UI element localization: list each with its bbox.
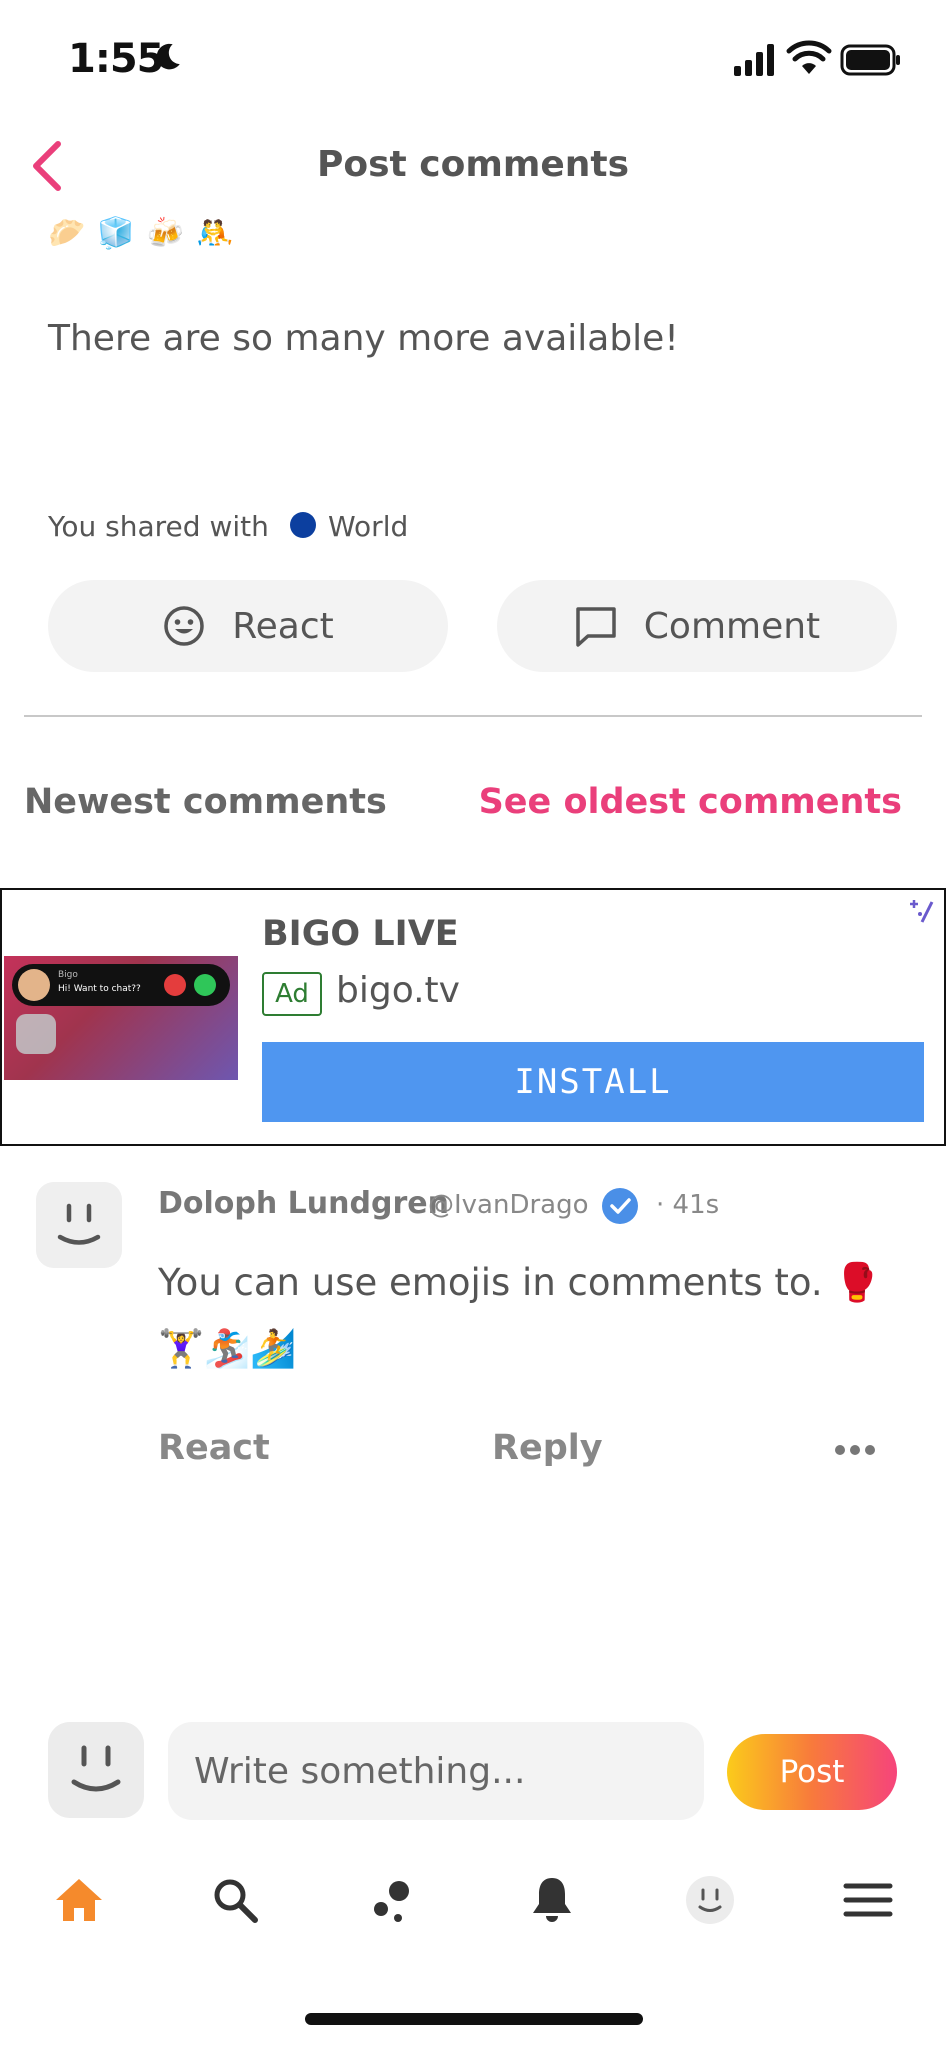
comment-input[interactable] (168, 1722, 704, 1820)
comment-text: You can use emojis in comments to. 🥊 🏋️‍… (158, 1261, 881, 1370)
ad-caller-message: Hi! Want to chat?? (58, 984, 141, 994)
profile-icon (686, 1876, 734, 1924)
ad-domain[interactable]: bigo.tv (336, 970, 460, 1011)
smiley-icon (164, 606, 204, 646)
nav-discover[interactable] (363, 1870, 423, 1930)
divider (24, 715, 922, 717)
my-avatar[interactable] (48, 1722, 144, 1818)
react-button[interactable]: React (48, 580, 448, 672)
ad-badge: Ad (262, 972, 322, 1016)
nav-profile[interactable] (680, 1870, 740, 1930)
comment-handle[interactable]: @IvanDrago (428, 1190, 589, 1220)
accept-call-icon (194, 974, 216, 996)
comment-time: · 41s (656, 1190, 720, 1220)
more-options-icon[interactable] (832, 1432, 878, 1468)
ad-choices-icon[interactable] (906, 896, 936, 926)
dots-icon (374, 1881, 409, 1922)
ad-image[interactable]: Bigo Hi! Want to chat?? (4, 956, 238, 1080)
post-text: There are so many more available! (48, 318, 679, 359)
search-icon (214, 1879, 258, 1923)
ad-brand[interactable]: BIGO LIVE (262, 914, 459, 954)
ad-install-button[interactable]: INSTALL (262, 1042, 924, 1122)
react-button-label: React (232, 605, 334, 647)
nav-notifications[interactable] (522, 1870, 582, 1930)
post-emojis: 🥟🧊🍻🤼 (48, 216, 246, 251)
wifi-icon (786, 40, 832, 74)
see-oldest-comments-link[interactable]: See oldest comments (479, 782, 902, 822)
ad-caller-avatar (18, 969, 50, 1001)
nav-menu[interactable] (838, 1870, 898, 1930)
decline-call-icon (164, 974, 186, 996)
page-title: Post comments (316, 144, 630, 185)
ad-app-icon (16, 1014, 56, 1054)
post-button[interactable]: Post (727, 1734, 897, 1810)
bell-icon (533, 1878, 571, 1922)
newest-comments-label: Newest comments (24, 782, 387, 822)
comment-reply-button[interactable]: Reply (492, 1428, 603, 1468)
comment-react-button[interactable]: React (158, 1428, 270, 1468)
shared-with-label: You shared with (48, 510, 269, 543)
nav-home[interactable] (49, 1870, 109, 1930)
verified-badge-icon (602, 1188, 638, 1224)
battery-icon (840, 44, 900, 76)
moon-icon (156, 43, 180, 70)
comment-bubble-icon (576, 607, 616, 647)
nav-search[interactable] (205, 1870, 265, 1930)
ad-call-bar: Bigo Hi! Want to chat?? (12, 964, 230, 1006)
comment-author[interactable]: Doloph Lundgren (158, 1186, 449, 1221)
ad-banner[interactable]: Bigo Hi! Want to chat?? BIGO LIVE Ad big… (0, 888, 946, 1146)
cellular-signal-icon (734, 44, 774, 76)
world-audience-icon (290, 512, 316, 538)
menu-icon (843, 1883, 893, 1917)
audience-label: World (328, 510, 409, 543)
comment-button[interactable]: Comment (497, 580, 897, 672)
commenter-avatar[interactable] (36, 1182, 122, 1268)
ad-caller-name: Bigo (58, 970, 78, 980)
comment-button-label: Comment (643, 605, 821, 647)
home-icon (56, 1879, 102, 1921)
home-indicator (305, 2013, 643, 2025)
